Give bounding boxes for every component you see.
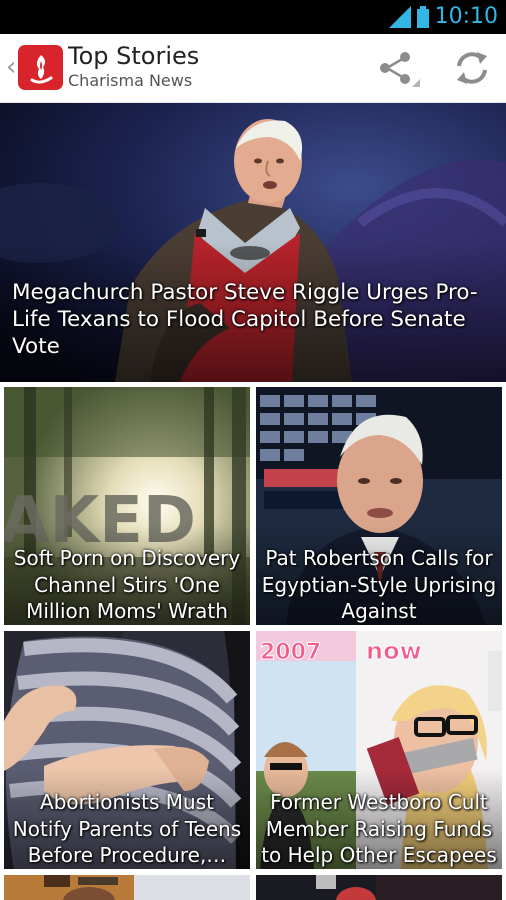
story-image — [256, 875, 502, 900]
story-headline: Former Westboro Cult Member Raising Fund… — [261, 790, 497, 867]
app-logo[interactable] — [18, 45, 63, 90]
story-headline: Pat Robertson Calls for Egyptian-Style U… — [261, 546, 497, 623]
story-headline: Abortionists Must Notify Parents of Teen… — [12, 790, 242, 867]
signal-icon — [388, 6, 411, 28]
story-image-text: now — [366, 637, 422, 665]
story-image — [4, 875, 250, 900]
share-button[interactable] — [374, 46, 420, 90]
story-card[interactable]: Abortionists Must Notify Parents of Teen… — [4, 631, 250, 869]
title-block: Top Stories Charisma News — [68, 42, 199, 91]
story-card[interactable] — [256, 875, 502, 900]
featured-story[interactable]: Megachurch Pastor Steve Riggle Urges Pro… — [0, 103, 506, 382]
status-clock: 10:10 — [434, 4, 498, 29]
action-bar: ‹ Top Stories Charisma News — [0, 34, 506, 103]
story-card[interactable] — [4, 875, 250, 900]
story-image-text: 2007 — [260, 640, 321, 665]
story-card[interactable]: 2007 now Former Westboro Cult Member Rai… — [256, 631, 502, 869]
featured-story-headline: Megachurch Pastor Steve Riggle Urges Pro… — [12, 280, 478, 359]
share-icon — [380, 52, 420, 87]
page-subtitle: Charisma News — [68, 71, 193, 90]
story-headline: Soft Porn on Discovery Channel Stirs 'On… — [13, 546, 241, 623]
status-bar: 10:10 — [0, 0, 506, 34]
story-feed[interactable]: Megachurch Pastor Steve Riggle Urges Pro… — [0, 103, 506, 900]
refresh-icon — [457, 52, 487, 84]
story-card[interactable]: AKED Soft Porn on Discovery Channel Stir… — [4, 387, 250, 625]
story-card[interactable]: Pat Robertson Calls for Egyptian-Style U… — [256, 387, 502, 625]
page-title: Top Stories — [68, 42, 200, 70]
up-caret-icon[interactable]: ‹ — [6, 52, 16, 82]
refresh-button[interactable] — [450, 46, 494, 90]
battery-icon — [416, 6, 429, 28]
